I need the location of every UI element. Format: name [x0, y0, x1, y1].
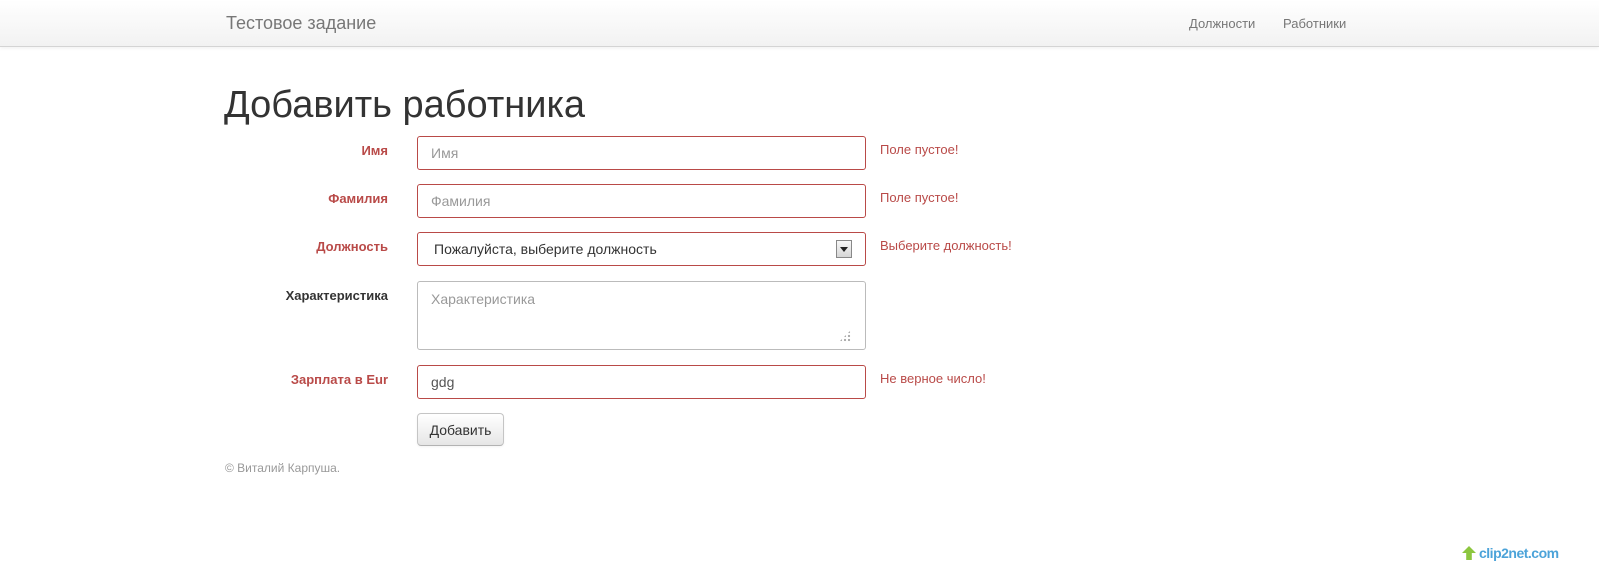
- position-select-value: Пожалуйста, выберите должность: [434, 241, 657, 257]
- position-error: Выберите должность!: [880, 238, 1012, 253]
- position-label: Должность: [316, 239, 388, 254]
- first-name-error: Поле пустое!: [880, 142, 959, 157]
- salary-error: Не верное число!: [880, 371, 986, 386]
- description-label: Характеристика: [285, 288, 388, 303]
- watermark-text: clip2net.com: [1479, 545, 1559, 561]
- first-name-input[interactable]: [417, 136, 866, 170]
- chevron-down-icon[interactable]: [836, 240, 852, 258]
- add-button[interactable]: Добавить: [417, 413, 504, 446]
- position-select[interactable]: Пожалуйста, выберите должность: [417, 232, 866, 266]
- last-name-label: Фамилия: [328, 191, 388, 206]
- navbar: Тестовое задание Должности Работники: [0, 0, 1599, 47]
- nav-link-workers[interactable]: Работники: [1283, 16, 1346, 31]
- description-textarea[interactable]: [417, 281, 866, 350]
- brand-link[interactable]: Тестовое задание: [226, 13, 376, 34]
- footer-copyright: © Виталий Карпуша.: [225, 461, 341, 475]
- salary-input[interactable]: [417, 365, 866, 399]
- salary-label: Зарплата в Eur: [290, 372, 388, 387]
- watermark: clip2net.com: [1462, 545, 1559, 561]
- page-title: Добавить работника: [224, 84, 586, 126]
- first-name-label: Имя: [361, 143, 388, 158]
- nav-link-positions[interactable]: Должности: [1189, 16, 1255, 31]
- last-name-error: Поле пустое!: [880, 190, 959, 205]
- clip2net-logo-icon: [1462, 546, 1476, 560]
- last-name-input[interactable]: [417, 184, 866, 218]
